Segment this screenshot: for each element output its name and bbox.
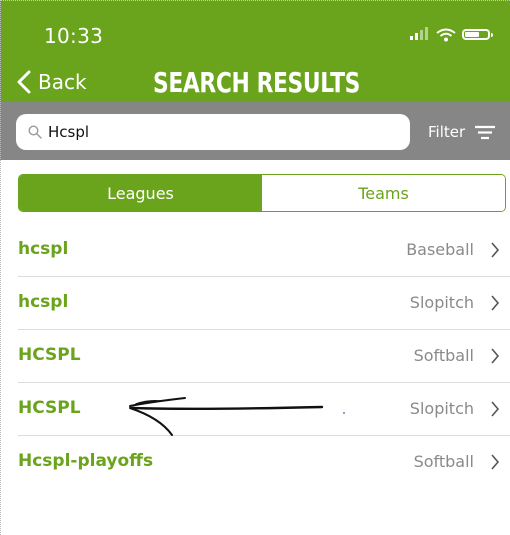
- list-item[interactable]: Hcspl-playoffs Softball: [18, 436, 510, 488]
- search-icon: [28, 125, 42, 139]
- results-list: hcspl Baseball hcspl Slopitch HCSPL Soft…: [0, 224, 510, 488]
- list-item[interactable]: HCSPL Slopitch: [18, 383, 510, 436]
- page-title: SEARCH RESULTS: [153, 66, 361, 99]
- league-name: HCSPL: [18, 398, 81, 418]
- tab-teams[interactable]: Teams: [262, 175, 505, 211]
- league-name: hcspl: [18, 292, 69, 312]
- screenshot-border-top: [0, 0, 510, 1]
- tab-leagues[interactable]: Leagues: [19, 175, 262, 211]
- status-time: 10:33: [44, 24, 104, 48]
- wifi-icon: [436, 28, 456, 42]
- filter-icon: [475, 125, 496, 140]
- chevron-right-icon: [491, 401, 500, 417]
- chevron-right-icon: [491, 348, 500, 364]
- screenshot-border-left: [0, 0, 1, 535]
- list-item[interactable]: hcspl Baseball: [18, 224, 510, 277]
- filter-label: Filter: [428, 123, 466, 141]
- league-sport: Slopitch: [409, 399, 474, 418]
- chevron-right-icon: [491, 454, 500, 470]
- league-sport: Slopitch: [409, 293, 474, 312]
- league-sport: Baseball: [406, 240, 474, 259]
- search-input[interactable]: [48, 123, 368, 141]
- app-header: 10:33 Back SEARCH RESULTS: [0, 0, 510, 102]
- league-sport: Softball: [413, 452, 474, 471]
- search-field[interactable]: [16, 114, 410, 150]
- signal-icon: [410, 26, 430, 44]
- league-name: Hcspl-playoffs: [18, 451, 154, 471]
- leagues-teams-toggle: Leagues Teams: [18, 174, 506, 212]
- league-name: HCSPL: [18, 345, 81, 365]
- filter-button[interactable]: Filter: [428, 123, 496, 141]
- battery-icon: [462, 29, 493, 40]
- chevron-right-icon: [491, 295, 500, 311]
- chevron-right-icon: [491, 242, 500, 258]
- search-bar: Filter: [0, 102, 510, 160]
- league-sport: Softball: [413, 346, 474, 365]
- list-item[interactable]: hcspl Slopitch: [18, 277, 510, 330]
- list-item[interactable]: HCSPL Softball: [18, 330, 510, 383]
- league-name: hcspl: [18, 239, 69, 259]
- back-chevron-icon: [17, 70, 31, 94]
